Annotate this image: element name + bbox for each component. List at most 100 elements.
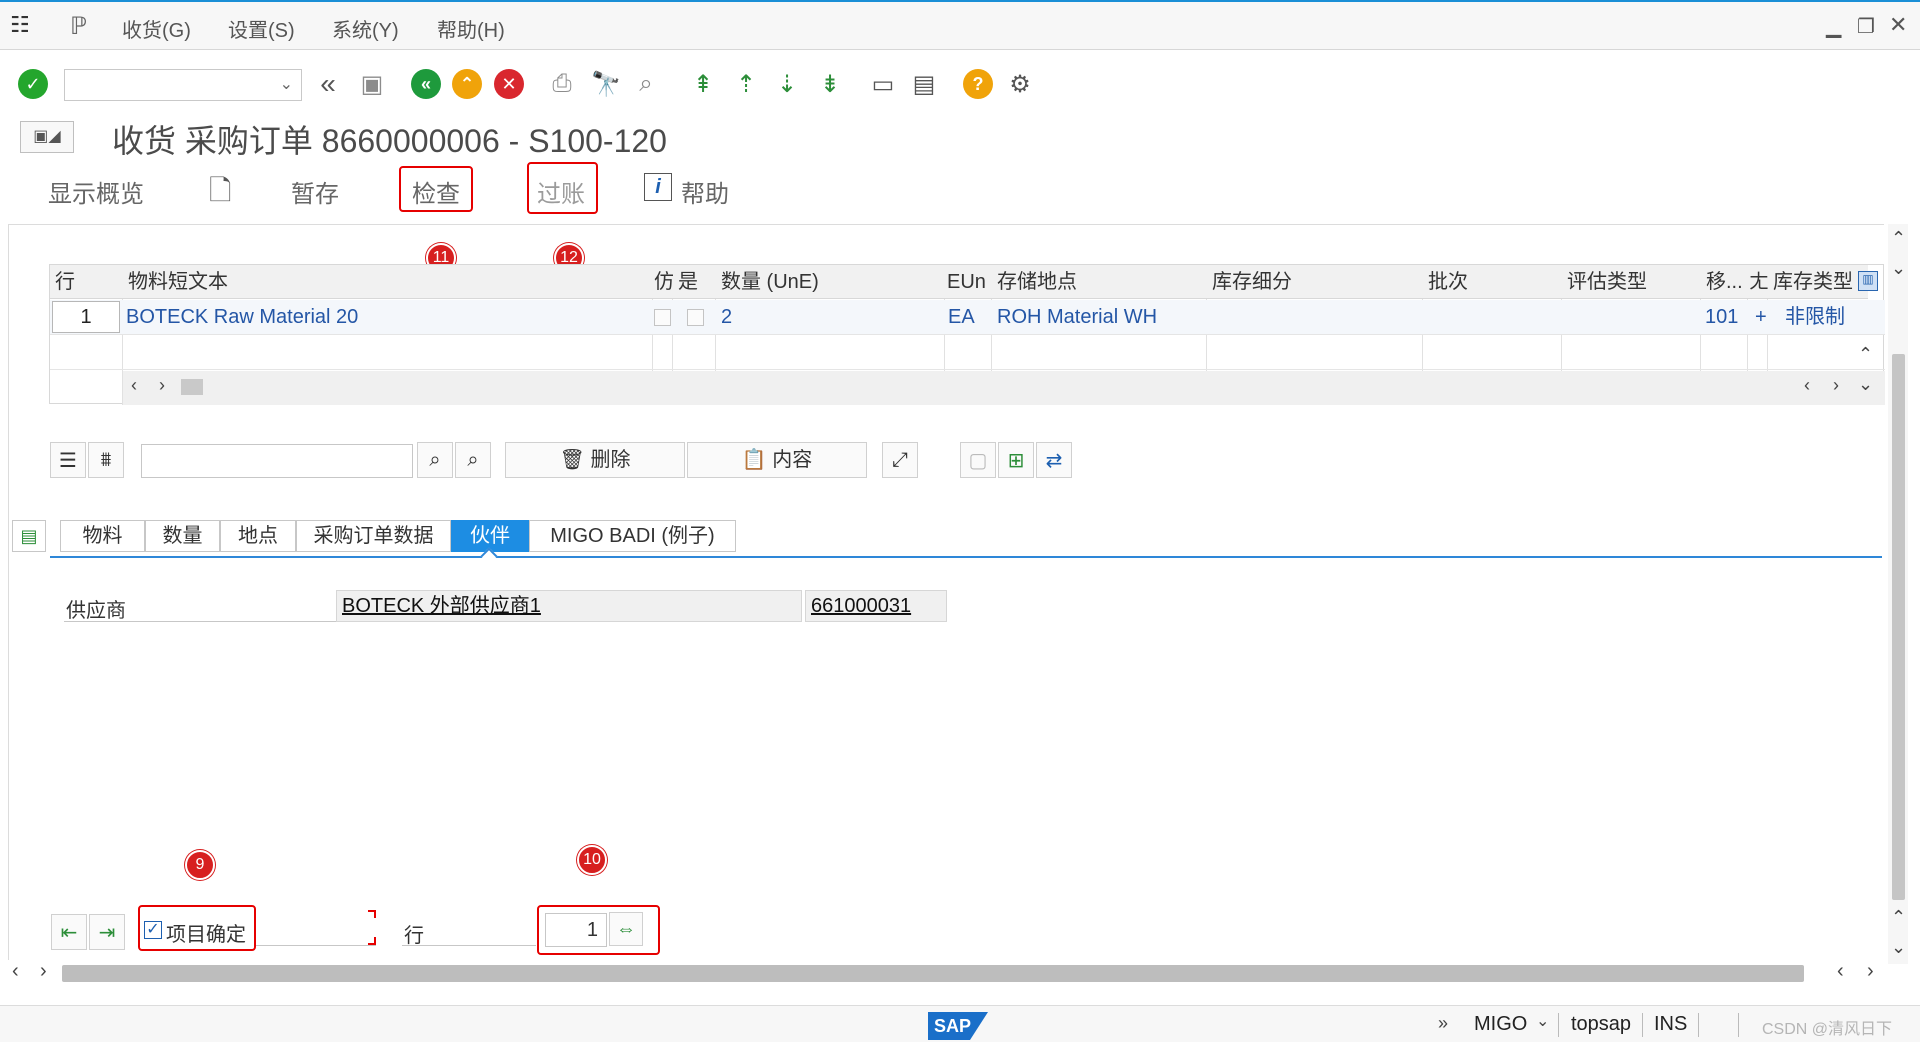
badge-9: 9 xyxy=(185,850,215,880)
menu-dropdown-icon[interactable]: ▣◢ xyxy=(20,121,74,153)
tab-material[interactable]: 物料 xyxy=(60,520,145,552)
table-scroll-up-icon[interactable]: ⌃ xyxy=(1858,344,1873,365)
badge-10: 10 xyxy=(577,845,607,875)
overview-button[interactable]: 显示概览 xyxy=(48,174,144,209)
transaction-code[interactable]: MIGO xyxy=(1474,1013,1527,1036)
header-stock-type: 库存类型 xyxy=(1768,265,1868,299)
quantity[interactable]: 2 xyxy=(718,300,732,334)
flag-b-checkbox[interactable] xyxy=(687,309,704,326)
item-ok-underline xyxy=(256,945,376,946)
vertical-scroll-thumb[interactable] xyxy=(1892,354,1905,900)
storage-location[interactable]: ROH Material WH xyxy=(994,300,1157,334)
new-document-icon[interactable]: 🗋 xyxy=(209,170,232,218)
check-button[interactable]: 检查 xyxy=(412,174,460,209)
horizontal-scroll-thumb[interactable] xyxy=(62,965,1804,982)
server-name: topsap xyxy=(1571,1013,1632,1035)
status-divider xyxy=(1698,1013,1699,1037)
input-mode[interactable]: INS xyxy=(1654,1013,1687,1036)
new-session-icon[interactable]: ▭ xyxy=(867,68,899,100)
back-icon[interactable]: « xyxy=(410,68,442,100)
vendor-name-field[interactable]: BOTECK 外部供应商1 xyxy=(336,590,802,622)
scroll-right-icon[interactable]: › xyxy=(1833,375,1839,396)
item-ok-checkbox[interactable]: ✓ xyxy=(144,921,162,939)
tab-po-data[interactable]: 采购订单数据 xyxy=(296,520,451,552)
contents-button[interactable]: 📋 内容 xyxy=(687,442,867,478)
delete-button[interactable]: 🗑 删除 xyxy=(505,442,685,478)
minimize-icon[interactable]: ▁ xyxy=(1826,14,1841,39)
corner-mark xyxy=(368,937,376,945)
first-page-icon[interactable]: ⇞ xyxy=(687,68,719,100)
prev-page-icon[interactable]: ⇡ xyxy=(730,68,762,100)
scroll-down-icon[interactable]: ⌄ xyxy=(1891,937,1906,958)
hscroll-left-icon[interactable]: ‹ xyxy=(12,960,19,983)
scroll-thumb[interactable] xyxy=(181,379,203,395)
post-button[interactable]: 过账 xyxy=(537,174,585,209)
print-icon: ⎙ xyxy=(552,70,572,97)
table-scroll-down-icon[interactable]: ⌄ xyxy=(1858,374,1873,395)
last-page-icon[interactable]: ⇟ xyxy=(814,68,846,100)
find-next-icon[interactable]: ⌕ xyxy=(455,442,491,478)
confirm-icon[interactable]: ✓ xyxy=(17,68,49,100)
search-input[interactable] xyxy=(141,444,413,478)
menu-help[interactable]: 帮助(H) xyxy=(437,14,505,43)
hscroll-right-icon[interactable]: › xyxy=(40,960,47,983)
restore-icon[interactable]: ❐ xyxy=(1857,14,1875,39)
menu-system[interactable]: 系统(Y) xyxy=(332,14,399,43)
scroll-left-icon[interactable]: ‹ xyxy=(131,375,137,396)
expand-status-icon[interactable]: » xyxy=(1438,1013,1448,1034)
movement-type[interactable]: 101 xyxy=(1702,300,1738,334)
tab-migo-badi[interactable]: MIGO BADI (例子) xyxy=(529,520,736,552)
header-flag-a: 仿 xyxy=(653,265,674,299)
tab-location[interactable]: 地点 xyxy=(220,520,296,552)
help-button[interactable]: 帮助 xyxy=(681,174,729,209)
unit[interactable]: EA xyxy=(945,300,975,334)
hold-button[interactable]: 暂存 xyxy=(291,174,339,209)
scroll-right-icon[interactable]: › xyxy=(159,375,165,396)
delete-label: 删除 xyxy=(590,449,631,471)
material-text[interactable]: BOTECK Raw Material 20 xyxy=(123,300,358,334)
header-movement: 移... xyxy=(1701,265,1748,299)
transfer-icon[interactable]: ⇄ xyxy=(1036,442,1072,478)
filter-icon[interactable]: ⩩ xyxy=(88,442,124,478)
menu-receive[interactable]: 收货(G) xyxy=(122,14,191,43)
scroll-up-icon[interactable]: ⌃ xyxy=(1891,228,1906,249)
row-divider xyxy=(50,369,1885,370)
next-page-icon[interactable]: ⇣ xyxy=(771,68,803,100)
hscroll-right-icon[interactable]: › xyxy=(1867,960,1874,983)
scroll-up-icon[interactable]: ⌃ xyxy=(1891,907,1906,928)
tab-menu-icon[interactable]: ▤ xyxy=(12,520,46,552)
tab-quantity[interactable]: 数量 xyxy=(145,520,220,552)
menu-settings[interactable]: 设置(S) xyxy=(228,14,295,43)
shortcut-icon[interactable]: ▤ xyxy=(908,68,940,100)
chevron-down-icon[interactable]: ⌄ xyxy=(280,74,293,94)
scroll-left-icon[interactable]: ‹ xyxy=(1804,375,1810,396)
scroll-down-icon[interactable]: ⌄ xyxy=(1891,258,1906,279)
tab-partner[interactable]: 伙伴 xyxy=(451,520,529,552)
line-input[interactable]: 1 xyxy=(545,913,607,947)
header-stock-detail: 库存细分 xyxy=(1207,265,1423,299)
find-icon[interactable]: 🔭 xyxy=(590,68,622,100)
add-line-icon[interactable]: ⊞ xyxy=(998,442,1034,478)
exit-icon[interactable]: ⌃ xyxy=(451,68,483,100)
double-left-icon[interactable]: « xyxy=(312,68,344,100)
vendor-id-field[interactable]: 661000031 xyxy=(805,590,947,622)
hscroll-left-icon[interactable]: ‹ xyxy=(1837,960,1844,983)
stock-type[interactable]: 非限制 xyxy=(1782,300,1860,334)
menu-icon[interactable]: ☷ xyxy=(10,12,30,38)
cancel-icon[interactable]: ✕ xyxy=(493,68,525,100)
goto-line-icon[interactable]: ⇔ xyxy=(609,912,643,946)
line-number[interactable]: 1 xyxy=(52,301,120,333)
settings-gear-icon[interactable]: ⚙ xyxy=(1004,68,1036,100)
next-item-icon[interactable]: ⇥ xyxy=(89,914,125,950)
find-icon[interactable]: ⌕ xyxy=(417,442,453,478)
column-config-icon[interactable]: ▥ xyxy=(1858,271,1878,291)
select-all-icon[interactable]: ☰ xyxy=(50,442,86,478)
chevron-down-icon[interactable]: ⌄ xyxy=(1536,1011,1549,1031)
command-field[interactable]: ⌄ xyxy=(64,69,302,101)
close-window-icon[interactable]: ✕ xyxy=(1889,12,1907,38)
status-divider xyxy=(1558,1013,1559,1037)
help-icon[interactable]: ? xyxy=(962,68,994,100)
flag-a-checkbox[interactable] xyxy=(654,309,671,326)
expand-icon[interactable]: ⤢ xyxy=(882,442,918,478)
prev-item-icon[interactable]: ⇤ xyxy=(51,914,87,950)
